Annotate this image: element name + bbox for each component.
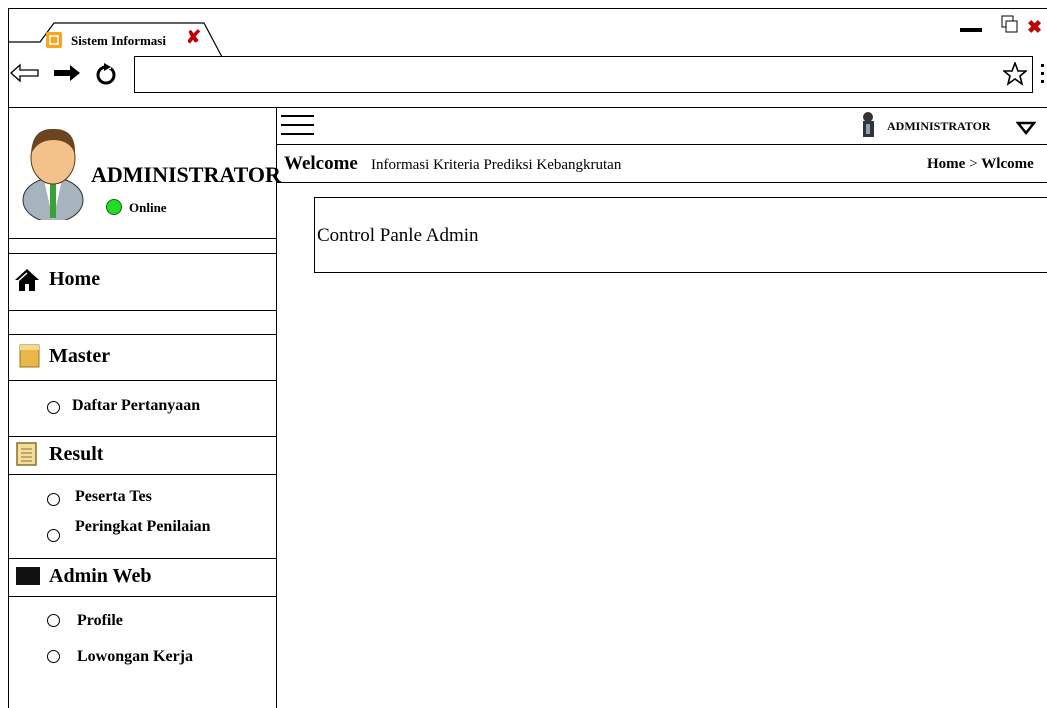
sidebar-divider-9 [8,596,276,597]
sidebar-divider-8 [8,558,276,559]
sidebar-item-label: Admin Web [49,565,152,587]
sidebar-divider-3 [8,310,276,311]
breadcrumb: Home > Wlcome [927,156,1034,173]
header-divider-1 [277,144,1047,145]
sidebar-item-label: Home [49,268,101,290]
online-status-icon [106,199,122,215]
breadcrumb-home[interactable]: Home [927,156,965,172]
sidebar-divider-2 [8,253,276,254]
hamburger-menu-icon[interactable] [281,115,314,142]
back-arrow-icon[interactable] [10,63,40,83]
breadcrumb-current: Wlcome [981,156,1034,172]
minimize-icon[interactable] [960,28,982,32]
user-menu-label[interactable]: ADMINISTRATOR [887,119,991,134]
radio-icon [47,529,60,542]
home-icon [15,269,39,291]
sidebar-item-label: Lowongan Kerja [77,648,193,665]
sidebar-item-profile[interactable]: Profile [47,611,272,633]
restore-icon[interactable] [1001,15,1019,35]
sidebar-section-admin-web[interactable]: Admin Web [14,562,274,594]
sidebar-item-peringkat-penilaian[interactable]: Peringkat Penilaian [47,518,272,544]
window-close-icon[interactable]: ✖ [1027,18,1042,36]
sidebar-divider-6 [8,436,276,437]
radio-icon [47,614,60,627]
sidebar-item-label: Master [49,345,111,367]
sidebar-divider-4 [8,334,276,335]
sidebar-item-label: Daftar Pertanyaan [72,397,201,414]
tab-title: Sistem Informasi [71,33,166,48]
control-panel-title: Control Panle Admin [317,225,479,246]
page-subtitle: Informasi Kriteria Prediksi Kebangkrutan [371,157,622,173]
sidebar-divider-1 [8,238,276,239]
bookmark-star-icon[interactable] [1003,62,1027,86]
sidebar-divider-7 [8,474,276,475]
sidebar-item-peserta-tes[interactable]: Peserta Tes [47,488,272,510]
sidebar-divider-5 [8,380,276,381]
sidebar-divider [276,108,277,708]
sidebar-item-label: Result [49,443,104,465]
sidebar-item-lowongan-kerja[interactable]: Lowongan Kerja [47,647,272,669]
forward-arrow-icon[interactable] [53,63,81,83]
sidebar-item-home[interactable]: Home [14,265,274,299]
sidebar-item-label: Peringkat Penilaian [75,518,211,535]
chrome-divider [8,107,1047,108]
sidebar-section-master[interactable]: Master [14,340,274,374]
notepad-icon [16,442,37,466]
reload-icon[interactable] [94,62,118,86]
monitor-icon [16,567,40,585]
radio-icon [47,401,60,414]
page-title: Welcome [284,153,358,174]
radio-icon [47,650,60,663]
radio-icon [47,493,60,506]
user-avatar-icon [22,128,84,220]
sidebar-item-daftar-pertanyaan[interactable]: Daftar Pertanyaan [47,396,272,418]
address-bar[interactable] [134,56,1033,93]
sidebar-user-name: ADMINISTRATOR [91,162,281,187]
browser-menu-icon[interactable] [1041,64,1045,88]
sidebar-section-result[interactable]: Result [14,440,274,472]
folder-icon [19,344,40,368]
tab-close-icon[interactable]: ✘ [186,28,201,46]
favicon-icon [46,32,62,48]
header-divider-2 [277,182,1047,183]
admin-user-icon [863,112,874,137]
online-status-label: Online [129,200,167,215]
sidebar-item-label: Profile [77,612,123,629]
sidebar-item-label: Peserta Tes [75,488,152,505]
breadcrumb-separator: > [969,156,978,172]
chevron-down-icon[interactable] [1016,121,1036,135]
